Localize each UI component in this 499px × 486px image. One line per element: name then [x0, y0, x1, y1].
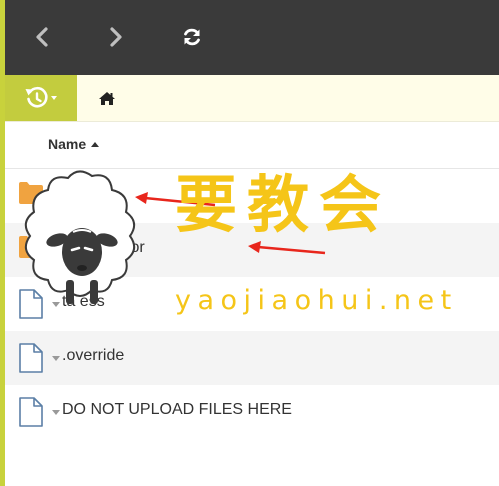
folder-icon — [19, 182, 43, 204]
folder-icon — [19, 236, 43, 258]
list-item[interactable]: ta ess — [5, 277, 499, 331]
list-item[interactable]: .override — [5, 331, 499, 385]
sort-ascending-icon — [91, 142, 100, 147]
history-button[interactable] — [5, 75, 77, 121]
file-name[interactable]: ig.22web.or — [62, 239, 145, 257]
file-name[interactable]: htdocs — [62, 185, 109, 203]
file-name[interactable]: .override — [62, 347, 124, 365]
file-icon — [19, 289, 43, 319]
chevron-down-icon[interactable] — [52, 410, 60, 415]
file-icon — [19, 397, 43, 427]
breadcrumb-home[interactable] — [96, 88, 118, 108]
chevron-down-icon[interactable] — [52, 194, 60, 199]
chevron-right-icon — [110, 27, 122, 47]
home-icon — [99, 91, 115, 105]
refresh-button[interactable] — [174, 18, 210, 56]
name-column-label: Name — [48, 136, 87, 152]
chevron-down-icon[interactable] — [52, 356, 60, 361]
toolbar — [0, 0, 499, 75]
file-icon — [19, 343, 43, 373]
list-item[interactable]: htdocs — [5, 169, 499, 223]
file-list-header: Name — [5, 122, 499, 169]
list-item[interactable]: ig.22web.or — [5, 223, 499, 277]
chevron-down-icon[interactable] — [52, 302, 60, 307]
back-button[interactable] — [24, 18, 60, 56]
file-name[interactable]: ta ess — [62, 293, 105, 311]
name-column-header[interactable]: Name — [48, 136, 100, 152]
forward-button[interactable] — [98, 18, 134, 56]
left-accent-bar — [0, 0, 5, 486]
refresh-icon — [184, 28, 200, 46]
file-name[interactable]: DO NOT UPLOAD FILES HERE — [62, 401, 292, 419]
chevron-down-icon — [51, 96, 57, 100]
chevron-down-icon[interactable] — [52, 248, 60, 253]
history-icon — [25, 87, 57, 108]
list-item[interactable]: DO NOT UPLOAD FILES HERE — [5, 385, 499, 439]
path-bar — [0, 75, 499, 122]
chevron-left-icon — [36, 27, 48, 47]
file-list: htdocs ig.22web.or ta ess .override DO N… — [5, 169, 499, 439]
